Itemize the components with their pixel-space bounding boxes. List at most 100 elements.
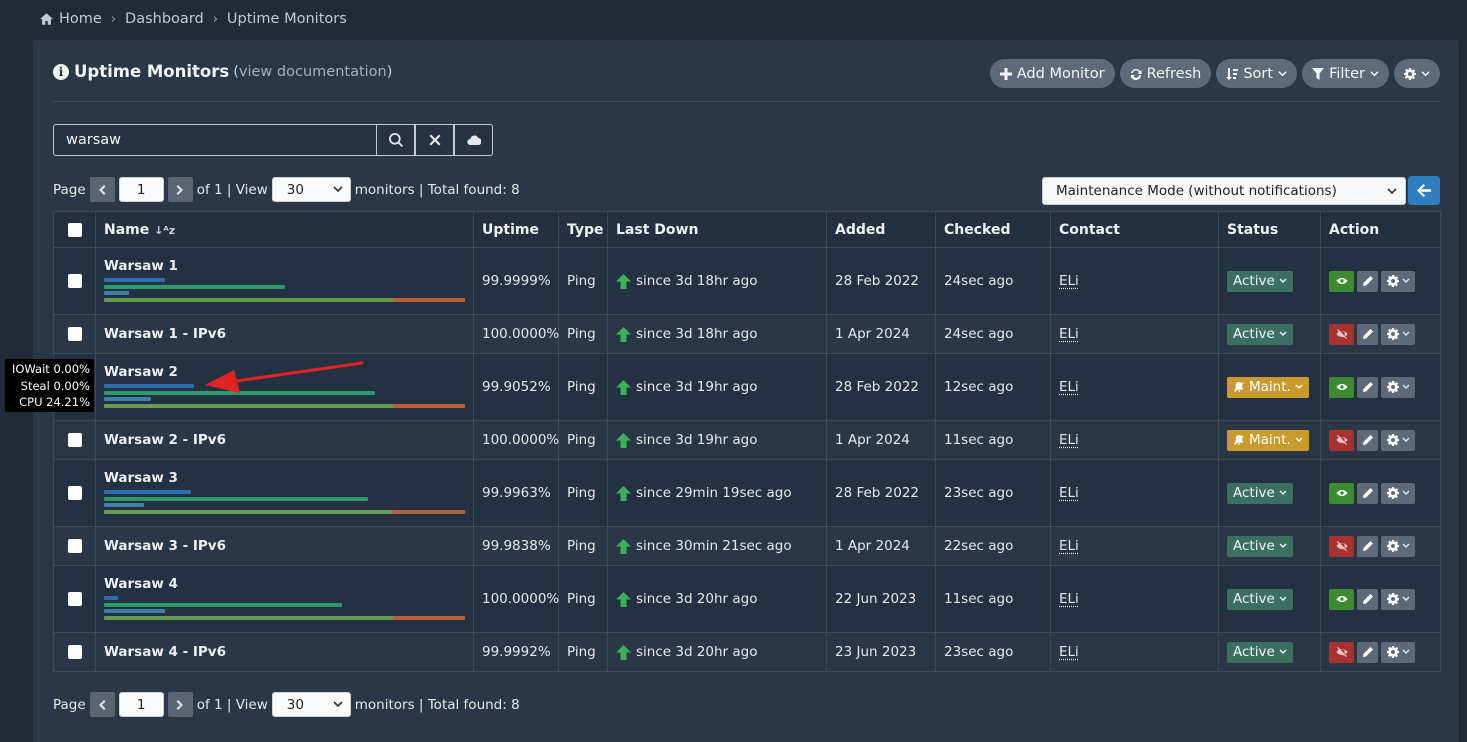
row-settings-dropdown[interactable] — [1381, 376, 1415, 398]
edit-button[interactable] — [1357, 376, 1378, 398]
row-settings-dropdown[interactable] — [1381, 482, 1415, 504]
contact-link[interactable]: ELi — [1059, 326, 1079, 342]
row-settings-dropdown[interactable] — [1381, 535, 1415, 557]
column-header-type[interactable]: Type — [558, 211, 608, 248]
monitor-name-link[interactable]: Warsaw 3 — [104, 470, 465, 486]
toggle-monitoring-button[interactable] — [1329, 429, 1354, 451]
apply-bulk-action-button[interactable] — [1408, 176, 1440, 205]
column-header-name[interactable]: Name ↓ᴬz — [95, 211, 474, 248]
bulk-action-select[interactable]: Maintenance Mode (without notifications) — [1042, 177, 1406, 205]
row-settings-dropdown[interactable] — [1381, 270, 1415, 292]
resource-bars[interactable] — [104, 278, 465, 302]
contact-link[interactable]: ELi — [1059, 273, 1079, 289]
monitor-name-link[interactable]: Warsaw 4 - IPv6 — [104, 644, 465, 660]
prev-page-button[interactable] — [89, 177, 115, 202]
settings-dropdown-button[interactable] — [1394, 59, 1440, 88]
per-page-select[interactable]: 30 — [271, 692, 351, 717]
edit-button[interactable] — [1357, 323, 1378, 345]
resource-bars[interactable] — [104, 596, 465, 620]
add-monitor-button[interactable]: Add Monitor — [989, 59, 1115, 88]
contact-link[interactable]: ELi — [1059, 538, 1079, 554]
breadcrumb-home[interactable]: Home — [59, 11, 102, 27]
per-page-select[interactable]: 30 — [271, 177, 351, 202]
prev-page-button[interactable] — [89, 692, 115, 717]
edit-button[interactable] — [1357, 588, 1378, 610]
row-checkbox[interactable] — [67, 274, 82, 288]
view-documentation-link[interactable]: view documentation — [239, 64, 387, 80]
usage-bar — [104, 503, 144, 507]
toggle-monitoring-button[interactable] — [1329, 376, 1354, 398]
toggle-monitoring-button[interactable] — [1329, 270, 1354, 292]
monitor-name-link[interactable]: Warsaw 2 - IPv6 — [104, 432, 465, 448]
toggle-monitoring-button[interactable] — [1329, 588, 1354, 610]
row-checkbox[interactable] — [67, 645, 82, 659]
search-button[interactable] — [376, 124, 415, 156]
edit-button[interactable] — [1357, 641, 1378, 663]
page-number-input[interactable] — [118, 692, 164, 717]
gear-icon — [1386, 328, 1399, 340]
row-checkbox[interactable] — [67, 486, 82, 500]
pencil-icon — [1362, 382, 1373, 392]
contact-cell: ELi — [1050, 459, 1219, 527]
monitor-name-link[interactable]: Warsaw 1 — [104, 258, 465, 274]
edit-button[interactable] — [1357, 270, 1378, 292]
select-all-checkbox[interactable] — [67, 222, 82, 237]
contact-link[interactable]: ELi — [1059, 432, 1079, 448]
row-checkbox[interactable] — [67, 327, 82, 341]
contact-link[interactable]: ELi — [1059, 591, 1079, 607]
arrow-up-icon — [616, 591, 631, 607]
next-page-button[interactable] — [167, 177, 193, 202]
contact-link[interactable]: ELi — [1059, 379, 1079, 395]
contact-link[interactable]: ELi — [1059, 485, 1079, 501]
status-dropdown[interactable]: Active — [1227, 482, 1293, 504]
toggle-monitoring-button[interactable] — [1329, 535, 1354, 557]
contact-link[interactable]: ELi — [1059, 644, 1079, 660]
status-dropdown[interactable]: Active — [1227, 323, 1293, 345]
toggle-monitoring-button[interactable] — [1329, 641, 1354, 663]
search-input[interactable] — [53, 124, 376, 156]
page-number-input[interactable] — [118, 177, 164, 202]
monitor-name-link[interactable]: Warsaw 4 — [104, 576, 465, 592]
column-header-uptime[interactable]: Uptime — [473, 211, 559, 248]
column-header-last-down[interactable]: Last Down — [607, 211, 827, 248]
documentation-note: (view documentation) — [233, 63, 393, 80]
status-dropdown[interactable]: Maint. — [1227, 376, 1309, 398]
column-header-checked[interactable]: Checked — [935, 211, 1051, 248]
cloud-search-button[interactable] — [454, 124, 493, 156]
total-found-label: monitors | Total found: 8 — [354, 696, 520, 713]
resource-bars[interactable] — [104, 490, 465, 514]
status-dropdown[interactable]: Active — [1227, 535, 1293, 557]
column-header-contact[interactable]: Contact — [1050, 211, 1219, 248]
toggle-monitoring-button[interactable] — [1329, 482, 1354, 504]
filter-dropdown-button[interactable]: Filter — [1302, 59, 1389, 88]
status-dropdown[interactable]: Active — [1227, 270, 1293, 292]
row-checkbox[interactable] — [67, 592, 82, 606]
clear-search-button[interactable] — [415, 124, 454, 156]
column-header-added[interactable]: Added — [826, 211, 936, 248]
next-page-button[interactable] — [167, 692, 193, 717]
action-cell — [1320, 247, 1441, 315]
status-dropdown[interactable]: Maint. — [1227, 429, 1309, 451]
edit-button[interactable] — [1357, 429, 1378, 451]
edit-button[interactable] — [1357, 482, 1378, 504]
row-settings-dropdown[interactable] — [1381, 429, 1415, 451]
status-dropdown[interactable]: Active — [1227, 641, 1293, 663]
monitor-name-link[interactable]: Warsaw 1 - IPv6 — [104, 326, 465, 342]
breadcrumb-dashboard[interactable]: Dashboard — [125, 11, 204, 27]
sort-az-icon: ↓ᴬz — [154, 223, 176, 237]
refresh-button[interactable]: Refresh — [1119, 59, 1212, 88]
status-cell: Active — [1218, 314, 1321, 354]
row-settings-dropdown[interactable] — [1381, 641, 1415, 663]
monitor-name-link[interactable]: Warsaw 3 - IPv6 — [104, 538, 465, 554]
status-dropdown[interactable]: Active — [1227, 588, 1293, 610]
row-checkbox[interactable] — [67, 539, 82, 553]
row-settings-dropdown[interactable] — [1381, 323, 1415, 345]
sort-dropdown-button[interactable]: Sort — [1216, 59, 1298, 88]
row-checkbox[interactable] — [67, 433, 82, 447]
column-header-status[interactable]: Status — [1218, 211, 1321, 248]
edit-button[interactable] — [1357, 535, 1378, 557]
toggle-monitoring-button[interactable] — [1329, 323, 1354, 345]
row-settings-dropdown[interactable] — [1381, 588, 1415, 610]
last-down-cell: since 3d 20hr ago — [607, 632, 827, 672]
chevron-down-icon — [1278, 71, 1287, 77]
